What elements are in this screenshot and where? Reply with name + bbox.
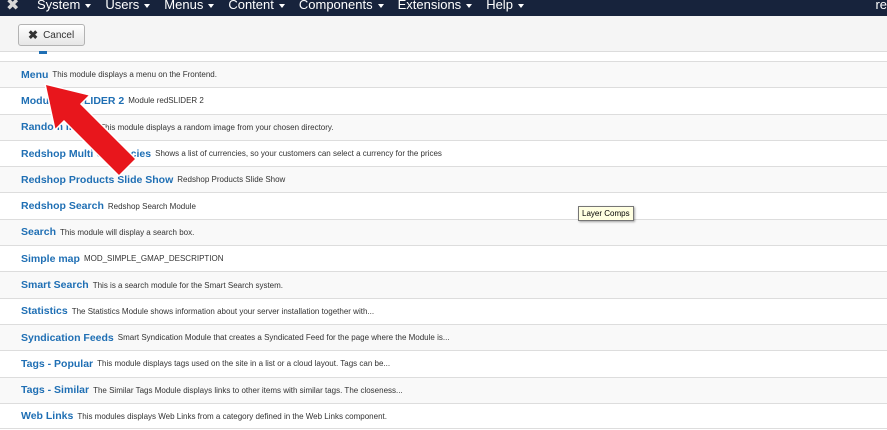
list-item: Statistics The Statistics Module shows in… xyxy=(0,297,887,324)
menu-users[interactable]: Users xyxy=(105,0,151,13)
module-link-syndication-feeds[interactable]: Syndication Feeds xyxy=(21,332,114,344)
chevron-down-icon xyxy=(278,4,285,8)
module-description: MOD_SIMPLE_GMAP_DESCRIPTION xyxy=(83,254,224,264)
menu-menus-label: Menus xyxy=(164,0,204,12)
module-description: This is a search module for the Smart Se… xyxy=(92,280,283,290)
layer-comps-tooltip: Layer Comps xyxy=(578,206,634,221)
module-link-redshop-search[interactable]: Redshop Search xyxy=(21,200,104,212)
module-link-smart-search[interactable]: Smart Search xyxy=(21,279,89,291)
close-icon: ✖ xyxy=(28,28,39,42)
menu-components-label: Components xyxy=(298,0,373,12)
menu-help-label: Help xyxy=(486,0,513,12)
list-item: Search This module will display a search … xyxy=(0,218,887,246)
menu-menus[interactable]: Menus xyxy=(164,0,215,13)
module-link-search[interactable]: Search xyxy=(21,226,56,238)
user-menu[interactable]: re xyxy=(875,0,887,13)
chevron-down-icon xyxy=(85,4,92,8)
menu-system-label: System xyxy=(37,0,81,12)
cancel-button[interactable]: ✖ Cancel xyxy=(18,24,85,46)
joomla-icon[interactable]: ✖ xyxy=(6,0,19,13)
module-description: This module displays tags used on the si… xyxy=(97,359,391,369)
list-item: Tags - Popular This module displays tags … xyxy=(0,350,887,376)
module-description: Redshop Search Module xyxy=(107,201,196,211)
menu-extensions[interactable]: Extensions xyxy=(398,0,473,13)
menu-content[interactable]: Content xyxy=(228,0,285,13)
toolbar: ✖ Cancel xyxy=(0,16,887,52)
menu-users-label: Users xyxy=(105,0,140,12)
cancel-button-label: Cancel xyxy=(43,29,75,41)
menu-system[interactable]: System xyxy=(37,0,92,13)
red-arrow-icon xyxy=(44,82,138,178)
module-link-web-links[interactable]: Web Links xyxy=(21,410,73,422)
module-link-simple-map[interactable]: Simple map xyxy=(21,253,80,265)
list-item: Simple map MOD_SIMPLE_GMAP_DESCRIPTION xyxy=(0,245,887,271)
module-link-tags-popular[interactable]: Tags - Popular xyxy=(21,358,93,370)
module-description: The Similar Tags Module displays links t… xyxy=(93,385,403,395)
list-item: Tags - Similar The Similar Tags Module di… xyxy=(0,376,887,403)
menu-help[interactable]: Help xyxy=(486,0,524,13)
list-item: Syndication Feeds Smart Syndication Modul… xyxy=(0,323,887,351)
module-description: This modules displays Web Links from a c… xyxy=(77,411,387,421)
chevron-down-icon xyxy=(377,4,384,8)
module-description: The Statistics Module shows information … xyxy=(71,306,375,316)
module-link-tags-similar[interactable]: Tags - Similar xyxy=(21,384,89,396)
chevron-down-icon xyxy=(517,4,524,8)
list-item: Redshop Search Redshop Search Module xyxy=(0,192,887,218)
menu-components[interactable]: Components xyxy=(299,0,384,13)
partial-module-link[interactable] xyxy=(39,51,47,54)
top-navbar: ✖ System Users Menus Content Components … xyxy=(0,0,887,16)
module-description: This module will display a search box. xyxy=(60,227,195,237)
main-menu: System Users Menus Content Components Ex… xyxy=(37,0,538,13)
list-item: Web Links This modules displays Web Links… xyxy=(0,402,887,430)
module-description: Smart Syndication Module that creates a … xyxy=(117,333,450,343)
chevron-down-icon xyxy=(466,4,473,8)
menu-extensions-label: Extensions xyxy=(397,0,462,12)
module-description: Redshop Products Slide Show xyxy=(177,175,286,185)
module-link-statistics[interactable]: Statistics xyxy=(21,305,68,317)
chevron-down-icon xyxy=(208,4,215,8)
module-description: This module displays a menu on the Front… xyxy=(52,70,217,80)
chevron-down-icon xyxy=(144,4,151,8)
module-description: Shows a list of currencies, so your cust… xyxy=(155,149,442,159)
menu-content-label: Content xyxy=(228,0,274,12)
module-link-menu[interactable]: Menu xyxy=(21,69,48,81)
list-item: Smart Search This is a search module for … xyxy=(0,271,887,298)
